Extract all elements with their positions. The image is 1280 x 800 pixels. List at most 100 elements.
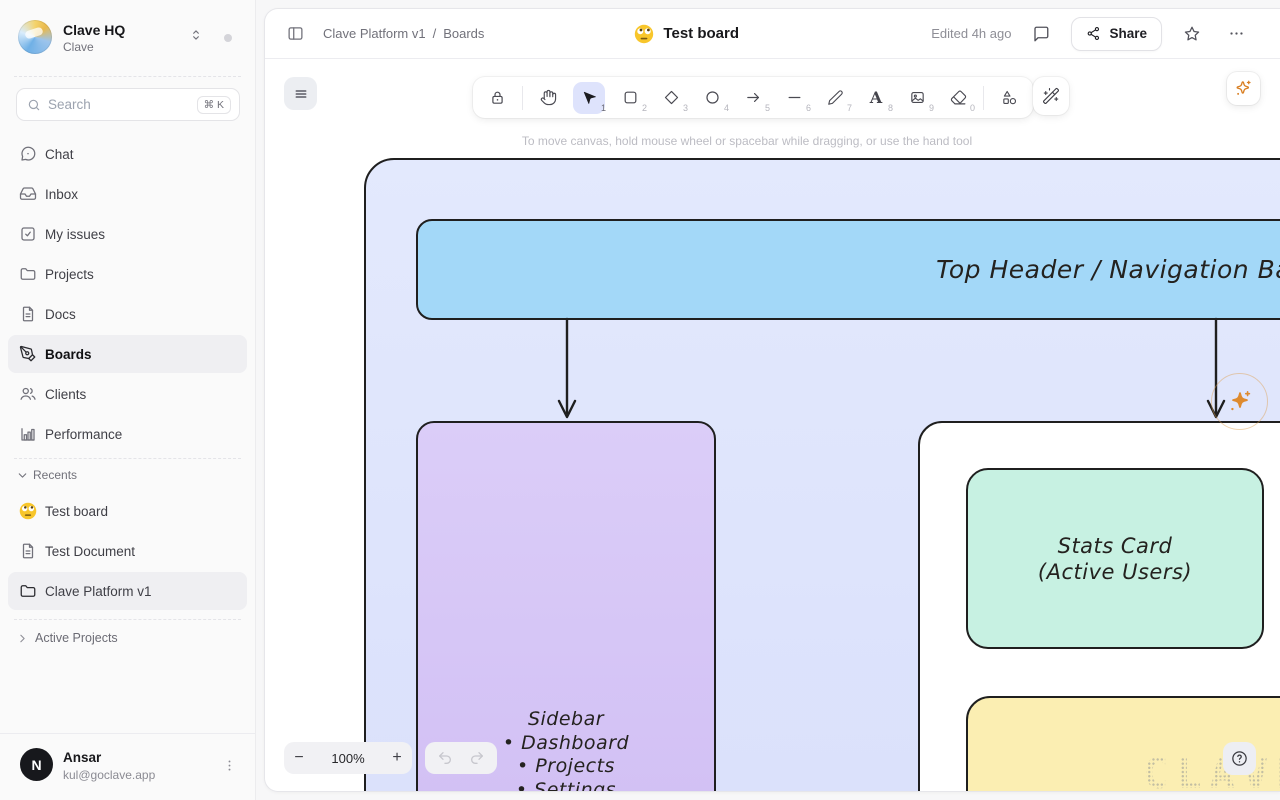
workspace-name: Clave HQ [63,22,125,38]
sidebar-item-docs[interactable]: Docs [8,295,247,333]
tool-rectangle[interactable]: 2 [614,82,646,114]
recent-item-clave-platform[interactable]: Clave Platform v1 [8,572,247,610]
canvas-menu-button[interactable] [284,77,317,110]
folder-icon [19,265,37,283]
laser-pointer-button[interactable] [1033,77,1069,115]
share-label: Share [1109,26,1147,41]
section-active-projects[interactable]: Active Projects [8,624,247,652]
sidebar-item-label: Boards [45,347,92,362]
recent-item-label: Test board [45,504,108,519]
canvas-hint-text: To move canvas, hold mouse wheel or spac… [522,134,972,148]
sparkle-icon [1227,389,1253,415]
search-box[interactable]: ⌘ K [16,88,240,121]
canvas-sidebar-shape[interactable]: Sidebar • Dashboard • Projects • Setting… [416,421,716,791]
divider [14,619,241,620]
divider [14,76,241,77]
tool-diamond[interactable]: 3 [655,82,687,114]
diamond-icon [663,89,680,106]
eraser-icon [950,89,967,106]
undo-icon[interactable] [434,747,456,769]
recents-label: Recents [33,468,77,482]
zoom-controls: − 100% + [284,742,412,774]
chevron-right-icon [16,632,29,645]
tool-arrow[interactable]: 5 [737,82,769,114]
avatar: N [20,748,53,781]
breadcrumb[interactable]: Clave Platform v1 / Boards [323,26,484,41]
recent-item-test-document[interactable]: Test Document [8,532,247,570]
tool-hand[interactable] [532,82,564,114]
file-icon [19,542,37,560]
pencil-icon [827,89,844,106]
zoom-out-button[interactable]: − [284,742,314,774]
ai-presence-indicator [1211,373,1268,430]
redo-icon[interactable] [466,747,488,769]
tool-lock[interactable] [481,82,513,114]
chevron-down-icon [16,469,29,482]
board-canvas[interactable]: Top Header / Navigation Bar Sidebar • Da… [265,59,1280,791]
sidebar-item-projects[interactable]: Projects [8,255,247,293]
canvas-arrow[interactable] [554,317,580,421]
ai-assistant-button[interactable] [1227,72,1260,105]
canvas-stats-card-shape[interactable]: Stats Card (Active Users) [966,468,1264,649]
sidebar-item-inbox[interactable]: Inbox [8,175,247,213]
tool-more-shapes[interactable] [993,82,1025,114]
sidebar-item-label: Projects [45,267,94,282]
share-nodes-icon [1086,26,1101,41]
recent-item-test-board[interactable]: Test board [8,492,247,530]
folder-icon [19,582,37,600]
user-footer[interactable]: N Ansar kul@goclave.app [0,733,255,800]
line-icon [786,89,803,106]
ellipsis-vertical-icon[interactable] [222,758,237,773]
comments-icon[interactable] [1027,20,1055,48]
user-email: kul@goclave.app [63,768,155,782]
tool-ellipse[interactable]: 4 [696,82,728,114]
section-label: Active Projects [35,631,118,645]
help-button[interactable] [1223,742,1256,775]
sidebar-item-label: My issues [45,227,105,242]
tool-eraser[interactable]: 0 [942,82,974,114]
sidebar-item-clients[interactable]: Clients [8,375,247,413]
tool-line[interactable]: 6 [778,82,810,114]
check-square-icon [19,225,37,243]
tool-image[interactable]: 9 [901,82,933,114]
recent-item-label: Clave Platform v1 [45,584,152,599]
page-title: Test board [663,25,739,42]
sidebar-toggle-icon[interactable] [281,20,309,48]
tool-select[interactable]: 1 [573,82,605,114]
sidebar-item-performance[interactable]: Performance [8,415,247,453]
shapes-icon [1001,89,1018,106]
more-options-icon[interactable] [1222,20,1250,48]
rectangle-icon [622,89,639,106]
topbar-actions: Edited 4h ago Share [931,17,1250,51]
zoom-level[interactable]: 100% [314,751,382,766]
board-title-group: Test board [634,24,739,44]
zoom-in-button[interactable]: + [382,742,412,774]
sidebar-item-my-issues[interactable]: My issues [8,215,247,253]
breadcrumb-separator: / [433,26,437,41]
bar-chart-icon [19,425,37,443]
stats-card-line1: Stats Card [1058,533,1173,559]
tool-draw[interactable]: 7 [819,82,851,114]
history-controls [425,742,497,774]
breadcrumb-project[interactable]: Clave Platform v1 [323,26,426,41]
header-shape-label: Top Header / Navigation Bar [936,255,1280,284]
recents-header[interactable]: Recents [8,462,247,488]
chevrons-up-down-icon[interactable] [189,28,203,42]
file-icon [19,305,37,323]
breadcrumb-section[interactable]: Boards [443,26,484,41]
search-input[interactable] [48,97,197,112]
inbox-icon [19,185,37,203]
sidebar-item-chat[interactable]: Chat [8,135,247,173]
star-icon[interactable] [1178,20,1206,48]
sidebar-item-boards[interactable]: Boards [8,335,247,373]
workspace-switcher[interactable]: Clave HQ Clave [0,0,256,70]
canvas-toolbar: 1 2 3 4 5 6 7 [473,77,1033,118]
users-icon [19,385,37,403]
canvas-header-shape[interactable]: Top Header / Navigation Bar [416,219,1280,320]
user-name: Ansar [63,750,101,765]
recent-item-label: Test Document [45,544,135,559]
sidebar-item-label: Performance [45,427,122,442]
share-button[interactable]: Share [1071,17,1162,51]
toolbar-divider [983,86,984,110]
tool-text[interactable]: A 8 [860,82,892,114]
